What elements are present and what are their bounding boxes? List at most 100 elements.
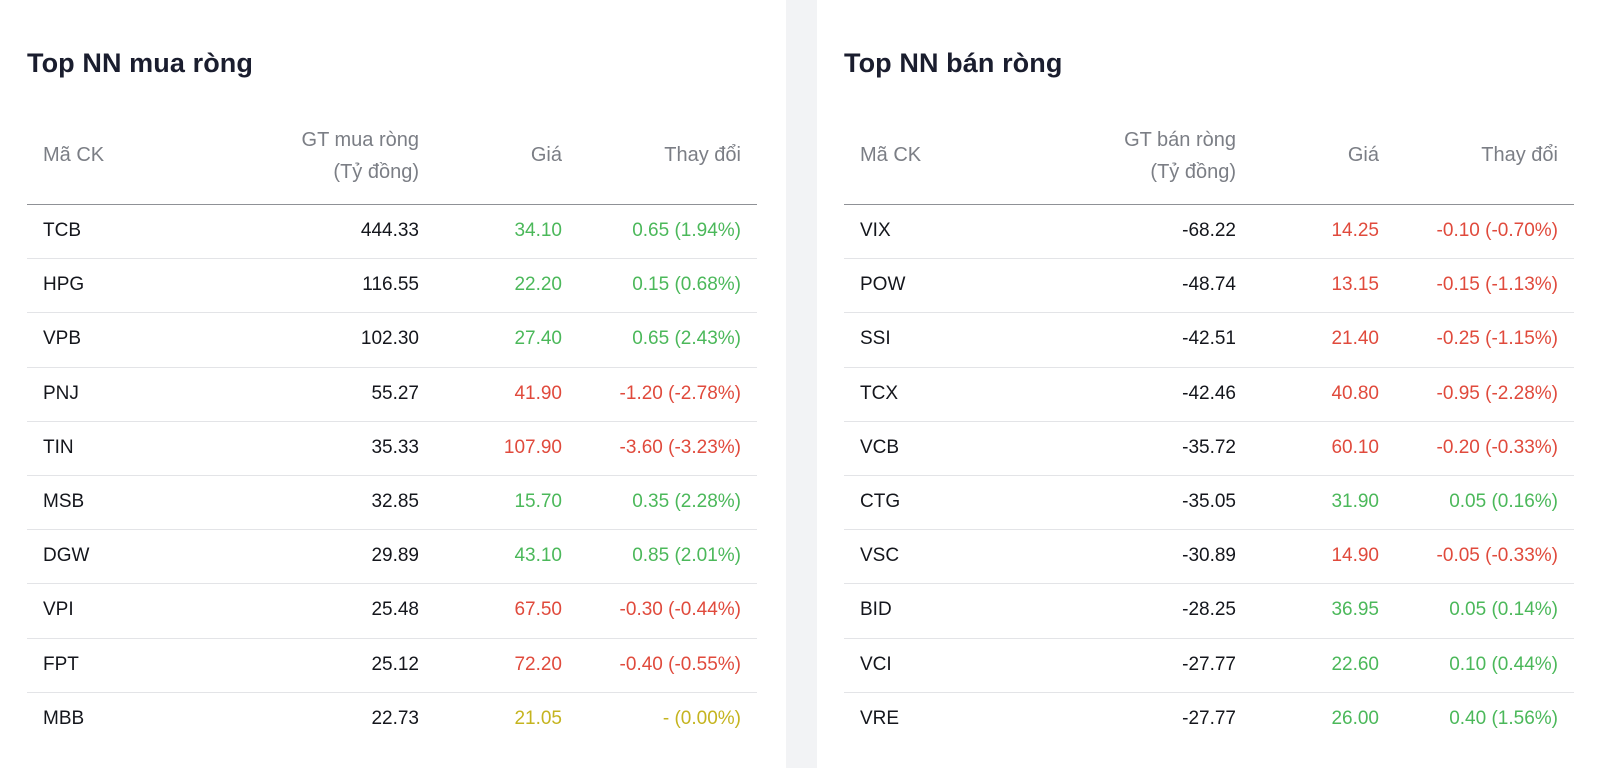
net-value: -42.51	[1182, 328, 1236, 350]
price: 21.05	[514, 707, 562, 729]
stock-code[interactable]: VCI	[860, 654, 892, 676]
header-net-value-line2: (Tỷ đồng)	[333, 161, 419, 183]
table-header: Mã CK GT mua ròng (Tỷ đồng) Giá Thay đổi	[27, 118, 757, 205]
table-body: TCB 444.33 34.10 0.65 (1.94%) HPG 116.55 22.20…	[27, 205, 757, 747]
price-change: -0.05 (-0.33%)	[1436, 545, 1558, 567]
price: 14.90	[1331, 545, 1379, 567]
net-value: 35.33	[371, 436, 419, 458]
page: Top NN mua ròng Mã CK GT mua ròng (Tỷ đồ…	[0, 0, 1600, 768]
panel-title: Top NN bán ròng	[844, 48, 1063, 78]
table-row[interactable]: CTG -35.05 31.90 0.05 (0.16%)	[844, 476, 1574, 531]
table-row[interactable]: VRE -27.77 26.00 0.40 (1.56%)	[844, 693, 1574, 747]
header-net-value[interactable]: GT mua ròng (Tỷ đồng)	[302, 124, 419, 188]
price-change: -3.60 (-3.23%)	[619, 436, 741, 458]
net-value: -28.25	[1182, 599, 1236, 621]
price: 107.90	[503, 436, 562, 458]
price-change: 0.10 (0.44%)	[1449, 653, 1558, 675]
price-change: 0.85 (2.01%)	[632, 545, 741, 567]
header-price[interactable]: Giá	[1348, 144, 1379, 167]
price-change: -0.20 (-0.33%)	[1436, 436, 1558, 458]
table-row[interactable]: TCX -42.46 40.80 -0.95 (-2.28%)	[844, 368, 1574, 422]
net-value: -27.77	[1182, 707, 1236, 729]
price-change: -0.95 (-2.28%)	[1436, 382, 1558, 404]
header-change[interactable]: Thay đổi	[1481, 144, 1558, 167]
price: 31.90	[1331, 490, 1379, 512]
price-change: 0.40 (1.56%)	[1449, 707, 1558, 729]
table-row[interactable]: PNJ 55.27 41.90 -1.20 (-2.78%)	[27, 368, 757, 422]
price: 72.20	[514, 653, 562, 675]
header-price[interactable]: Giá	[531, 144, 562, 167]
table-row[interactable]: DGW 29.89 43.10 0.85 (2.01%)	[27, 530, 757, 585]
stock-code[interactable]: VPI	[43, 599, 74, 621]
table-row[interactable]: VSC -30.89 14.90 -0.05 (-0.33%)	[844, 530, 1574, 585]
stock-code[interactable]: TIN	[43, 437, 74, 459]
net-value: -68.22	[1182, 220, 1236, 241]
stock-code[interactable]: BID	[860, 599, 892, 621]
stock-code[interactable]: HPG	[43, 274, 84, 296]
net-sell-table: Mã CK GT bán ròng (Tỷ đồng) Giá Thay đổi…	[844, 118, 1574, 747]
stock-code[interactable]: VPB	[43, 328, 81, 350]
table-row[interactable]: VCB -35.72 60.10 -0.20 (-0.33%)	[844, 422, 1574, 476]
table-row[interactable]: TCB 444.33 34.10 0.65 (1.94%)	[27, 205, 757, 260]
stock-code[interactable]: PNJ	[43, 383, 79, 405]
table-row[interactable]: FPT 25.12 72.20 -0.40 (-0.55%)	[27, 639, 757, 693]
stock-code[interactable]: POW	[860, 274, 905, 296]
stock-code[interactable]: DGW	[43, 545, 89, 567]
price: 67.50	[514, 599, 562, 621]
net-value: 25.12	[371, 653, 419, 675]
price-change: - (0.00%)	[662, 707, 741, 729]
net-value: 116.55	[362, 274, 419, 296]
stock-code[interactable]: VIX	[860, 220, 891, 242]
stock-code[interactable]: VRE	[860, 708, 899, 730]
header-net-value[interactable]: GT bán ròng (Tỷ đồng)	[1124, 124, 1236, 188]
table-row[interactable]: SSI -42.51 21.40 -0.25 (-1.15%)	[844, 313, 1574, 368]
net-value: 32.85	[371, 490, 419, 512]
net-buy-table: Mã CK GT mua ròng (Tỷ đồng) Giá Thay đổi…	[27, 118, 757, 747]
header-code[interactable]: Mã CK	[860, 144, 921, 167]
price-change: -0.30 (-0.44%)	[619, 599, 741, 621]
table-row[interactable]: VIX -68.22 14.25 -0.10 (-0.70%)	[844, 205, 1574, 260]
price-change: 0.65 (2.43%)	[632, 328, 741, 350]
stock-code[interactable]: CTG	[860, 491, 900, 513]
price-change: 0.35 (2.28%)	[632, 490, 741, 512]
stock-code[interactable]: TCB	[43, 220, 81, 242]
price: 60.10	[1331, 436, 1379, 458]
net-value: 29.89	[371, 545, 419, 567]
price-change: 0.05 (0.14%)	[1449, 599, 1558, 621]
stock-code[interactable]: FPT	[43, 654, 79, 676]
stock-code[interactable]: MBB	[43, 708, 84, 730]
top-net-sell-panel: Top NN bán ròng Mã CK GT bán ròng (Tỷ đồ…	[817, 0, 1600, 768]
price: 21.40	[1331, 328, 1379, 350]
price-change: 0.05 (0.16%)	[1449, 490, 1558, 512]
price: 34.10	[514, 220, 562, 241]
table-row[interactable]: MSB 32.85 15.70 0.35 (2.28%)	[27, 476, 757, 531]
table-row[interactable]: TIN 35.33 107.90 -3.60 (-3.23%)	[27, 422, 757, 476]
table-row[interactable]: BID -28.25 36.95 0.05 (0.14%)	[844, 584, 1574, 639]
price: 13.15	[1331, 274, 1379, 296]
header-change[interactable]: Thay đổi	[664, 144, 741, 167]
header-code[interactable]: Mã CK	[43, 144, 104, 167]
price: 41.90	[514, 382, 562, 404]
stock-code[interactable]: TCX	[860, 383, 898, 405]
table-row[interactable]: POW -48.74 13.15 -0.15 (-1.13%)	[844, 259, 1574, 314]
table-row[interactable]: VCI -27.77 22.60 0.10 (0.44%)	[844, 639, 1574, 693]
price-change: -0.25 (-1.15%)	[1436, 328, 1558, 350]
table-row[interactable]: VPI 25.48 67.50 -0.30 (-0.44%)	[27, 584, 757, 639]
net-value: 102.30	[360, 328, 419, 350]
table-row[interactable]: HPG 116.55 22.20 0.15 (0.68%)	[27, 259, 757, 314]
price-change: -0.15 (-1.13%)	[1436, 274, 1558, 296]
table-row[interactable]: VPB 102.30 27.40 0.65 (2.43%)	[27, 313, 757, 368]
stock-code[interactable]: VSC	[860, 545, 899, 567]
price: 36.95	[1331, 599, 1379, 621]
net-value: -48.74	[1182, 274, 1236, 296]
price: 40.80	[1331, 382, 1379, 404]
stock-code[interactable]: VCB	[860, 437, 899, 459]
stock-code[interactable]: SSI	[860, 328, 891, 350]
price: 14.25	[1331, 220, 1379, 241]
price-change: -0.10 (-0.70%)	[1436, 220, 1558, 241]
table-row[interactable]: MBB 22.73 21.05 - (0.00%)	[27, 693, 757, 747]
net-value: 25.48	[371, 599, 419, 621]
price-change: -1.20 (-2.78%)	[619, 382, 741, 404]
price-change: 0.65 (1.94%)	[632, 220, 741, 241]
stock-code[interactable]: MSB	[43, 491, 84, 513]
